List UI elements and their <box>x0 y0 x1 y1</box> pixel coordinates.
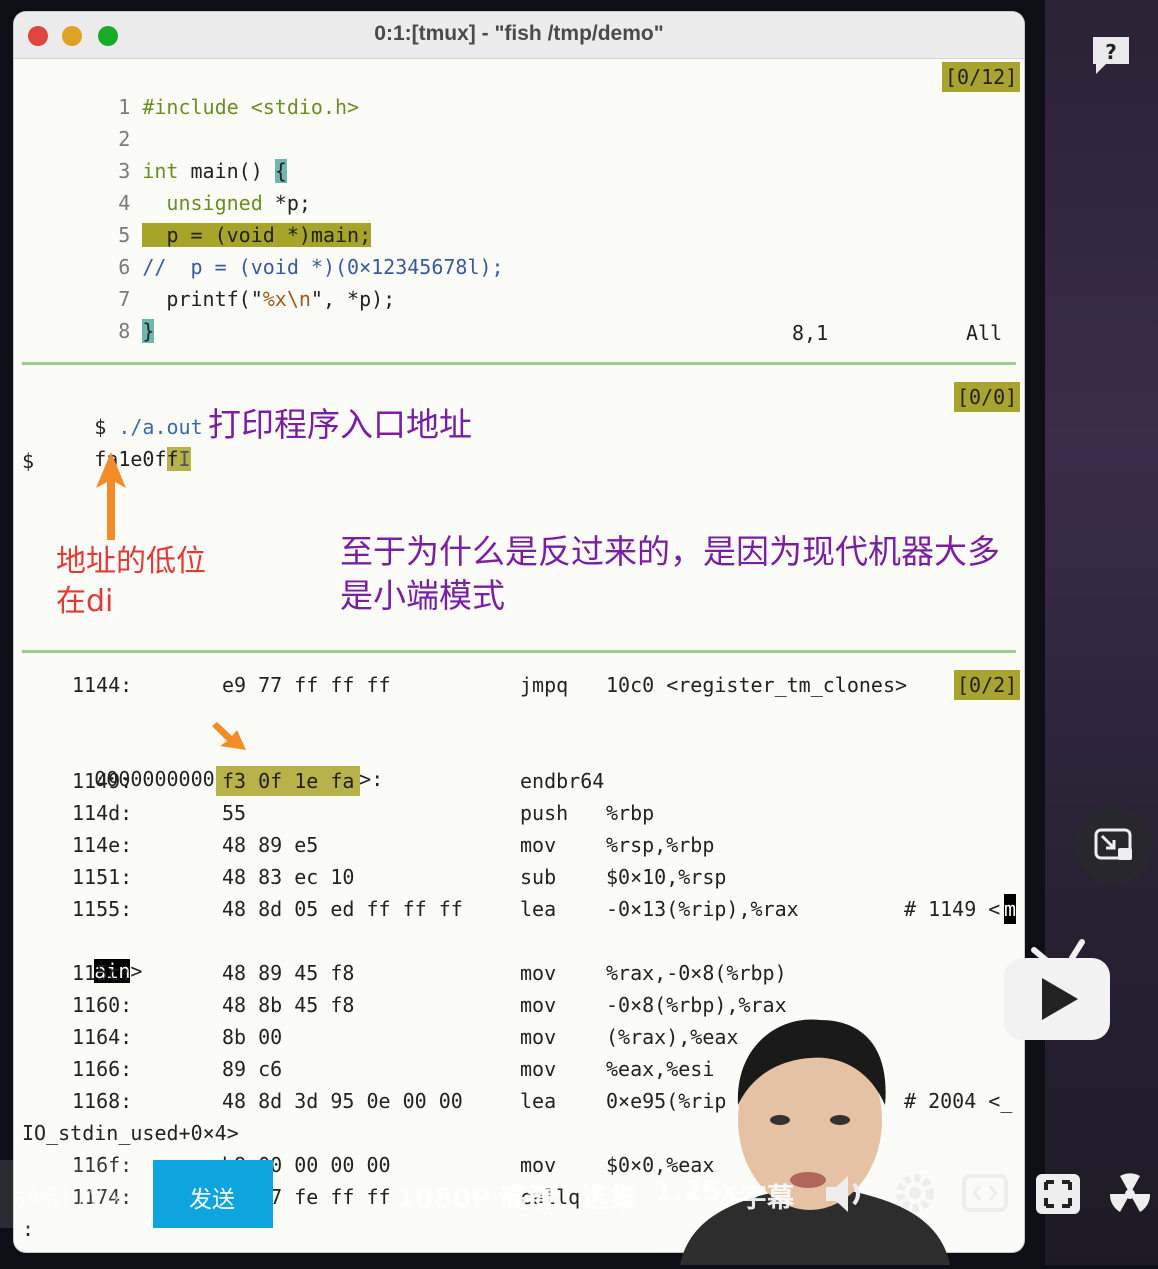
radiation-fullscreen-icon[interactable] <box>1106 1170 1154 1218</box>
danmaku-placeholder: 弹幕礼仪 › <box>16 1186 120 1211</box>
disasm-address: 114e: <box>72 833 133 857</box>
disasm-bytes: e9 77 ff ff ff <box>222 673 391 697</box>
wrapped-line-2: IO_stdin_used+0×4> <box>22 1121 239 1145</box>
background-space-image <box>1045 0 1158 1265</box>
annotation-low-bits: 地址的低位 在di <box>56 544 206 619</box>
disasm-address: 1155: <box>72 897 133 921</box>
disasm-opcode: push <box>520 801 569 825</box>
send-label: 发送 <box>189 1187 235 1213</box>
disasm-bytes: 8b 00 <box>222 1025 283 1049</box>
disasm-args: 10c0 <register_tm_clones> <box>606 673 908 697</box>
code-line-4: 4 unsigned *p; <box>118 191 311 215</box>
annotation-entry-address: 打印程序入口地址 <box>208 405 472 444</box>
wrapped-line: ain> <box>94 959 143 983</box>
disasm-bytes: 48 89 e5 <box>222 833 319 857</box>
danmaku-input[interactable]: 弹幕礼仪 › <box>0 1160 152 1228</box>
disasm-address: 1151: <box>72 865 133 889</box>
speed-selector[interactable]: 1.25x <box>654 1176 738 1207</box>
shell-command-line: $ ./a.out <box>94 415 203 439</box>
window-title: 0:1:[tmux] - "fish /tmp/demo" <box>374 22 664 45</box>
subtitle-button[interactable]: 字幕 <box>740 1176 794 1215</box>
disasm-opcode: sub <box>520 865 557 889</box>
orange-arrow-up <box>96 452 126 540</box>
episodes-button[interactable]: 选集 <box>582 1176 636 1215</box>
disasm-address: 115c: <box>72 961 133 985</box>
disasm-opcode: mov <box>520 833 557 857</box>
tv-play-icon[interactable] <box>1002 936 1112 1042</box>
terminal-cursor: m <box>1004 894 1017 924</box>
disasm-bytes: 48 8b 45 f8 <box>222 993 355 1017</box>
send-button[interactable]: 发送 <box>153 1160 273 1228</box>
orange-arrow-diagonal <box>212 722 246 750</box>
disasm-opcode: mov <box>520 961 557 985</box>
disasm-bytes: 48 83 ec 10 <box>222 865 355 889</box>
picture-in-picture-icon[interactable] <box>1074 806 1152 884</box>
annotation-little-endian: 至于为什么是反过来的，是因为现代机器大多 是小端模式 <box>340 532 1000 615</box>
fullscreen-web-icon[interactable] <box>1034 1172 1082 1216</box>
disasm-opcode: mov <box>520 993 557 1017</box>
disasm-opcode: endbr64 <box>520 769 605 793</box>
svg-text:?: ? <box>1105 40 1117 64</box>
disasm-opcode: lea <box>520 897 557 921</box>
code-line-3: 3 int main() { <box>118 159 287 183</box>
code-line-1: 1 #include <stdio.h> <box>118 95 360 119</box>
shell-prompt: $ <box>22 449 35 473</box>
disasm-comment: # 1149 < <box>904 897 1001 921</box>
cursor-position: 8,1 <box>792 321 829 345</box>
code-line-7: 7 printf("%x\n", *p); <box>118 287 396 311</box>
disasm-bytes: 48 8d 3d 95 0e 00 00 <box>222 1089 463 1113</box>
disasm-bytes: 89 c6 <box>222 1057 283 1081</box>
title-bar: 0:1:[tmux] - "fish /tmp/demo" <box>14 12 1024 59</box>
disasm-address: 1166: <box>72 1057 133 1081</box>
disasm-row: 1144: <box>72 673 133 697</box>
settings-gear-icon[interactable] <box>892 1170 938 1216</box>
widescreen-icon[interactable] <box>962 1172 1008 1214</box>
disasm-address: 1149: <box>72 769 133 793</box>
player-control-bar: 弹幕礼仪 › 发送 1080P 高清 选集 1.25x 字幕 <box>0 1160 1158 1230</box>
search-count-badge: [0/12] <box>942 62 1021 92</box>
quality-selector[interactable]: 1080P 高清 <box>396 1176 554 1215</box>
scroll-indicator: All <box>966 321 1003 345</box>
disasm-bytes: 48 8d 05 ed ff ff ff <box>222 897 463 921</box>
pane-divider-2 <box>22 650 1016 653</box>
disasm-operands: $0×10,%rsp <box>606 865 727 889</box>
volume-icon[interactable] <box>822 1172 866 1216</box>
shell-badge: [0/0] <box>954 382 1021 412</box>
disasm-bytes: 55 <box>222 801 247 825</box>
pane-divider-1 <box>22 362 1016 365</box>
disasm-address: 1164: <box>72 1025 133 1049</box>
disasm-operands: %rsp,%rbp <box>606 833 715 857</box>
disasm-badge: [0/2] <box>954 670 1021 700</box>
disasm-opcode: mov <box>520 1057 557 1081</box>
disasm-op: jmpq <box>520 673 569 697</box>
shell-output: fa1e0ffI <box>94 447 191 471</box>
disasm-address: 1168: <box>72 1089 133 1113</box>
disasm-bytes: f3 0f 1e fa <box>216 766 361 796</box>
code-line-6-comment: 6 // p = (void *)(0×12345678l); <box>118 255 504 279</box>
disasm-operands: %rbp <box>606 801 655 825</box>
code-line-2: 2 <box>118 127 131 151</box>
disasm-address: 114d: <box>72 801 133 825</box>
code-line-8: 8 } <box>118 319 155 343</box>
disasm-opcode: mov <box>520 1025 557 1049</box>
disasm-operands: %rax,-0×8(%rbp) <box>606 961 787 985</box>
disasm-address: 1160: <box>72 993 133 1017</box>
function-label-main: 0000000000001149 <main>: <box>94 767 384 791</box>
disasm-opcode: lea <box>520 1089 557 1113</box>
disasm-bytes: 48 89 45 f8 <box>222 961 355 985</box>
code-line-5-highlighted: 5 p = (void *)main; <box>118 223 372 247</box>
disasm-operands: -0×13(%rip),%rax <box>606 897 799 921</box>
help-icon[interactable]: ? <box>1090 34 1132 74</box>
